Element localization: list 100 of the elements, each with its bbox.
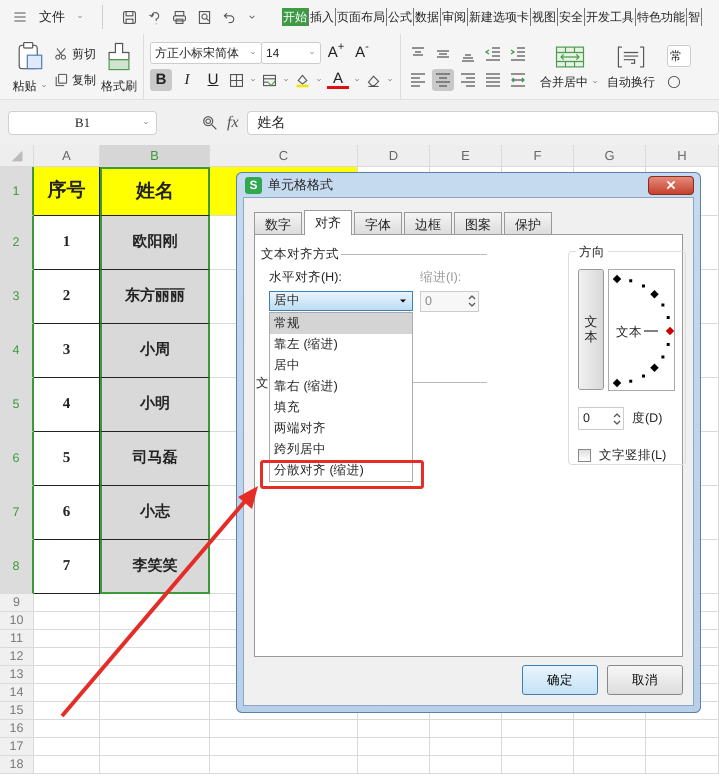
font-size-value: 14: [266, 45, 280, 62]
column-header[interactable]: H: [646, 145, 719, 167]
name-box[interactable]: B1: [8, 110, 157, 134]
dial-label: 文本: [616, 324, 642, 341]
caret-icon[interactable]: [249, 49, 257, 57]
paste-button[interactable]: 粘贴: [12, 76, 36, 94]
spin-value: 0: [425, 292, 433, 310]
menu-tab[interactable]: 数据: [414, 8, 441, 26]
caret-icon[interactable]: [353, 76, 361, 84]
menu-tab[interactable]: 开始: [282, 8, 309, 26]
dropdown-option[interactable]: 填充: [270, 396, 412, 418]
menu-tab[interactable]: 视图: [531, 8, 558, 26]
orientation-dial[interactable]: 文本: [608, 269, 675, 391]
column-header[interactable]: F: [502, 145, 574, 167]
field-label: 度(D): [632, 410, 662, 428]
degree-spinbox[interactable]: 0: [578, 407, 624, 430]
ok-button[interactable]: 确定: [522, 665, 598, 695]
formula-field[interactable]: 姓名: [246, 110, 719, 134]
font-color-button[interactable]: A: [327, 71, 349, 89]
menu-tab[interactable]: 公式: [387, 8, 414, 26]
caret-icon[interactable]: [249, 76, 257, 84]
italic-button[interactable]: I: [176, 69, 198, 91]
save-icon[interactable]: [121, 8, 138, 26]
menu-tab[interactable]: 智: [687, 8, 702, 26]
fx-button[interactable]: fx: [227, 110, 239, 134]
dropdown-option[interactable]: 跨列居中: [270, 438, 412, 460]
column-title: 序号: [34, 167, 100, 216]
field-label: 缩进(I):: [420, 268, 462, 286]
menu-tab[interactable]: 插入: [309, 8, 336, 26]
merge-center-button[interactable]: 合并居中: [540, 72, 588, 90]
row-header[interactable]: 13: [0, 666, 34, 684]
copy-button[interactable]: 复制: [72, 70, 96, 88]
caret-icon[interactable]: [315, 76, 323, 84]
row-header[interactable]: 11: [0, 630, 34, 648]
menu-tab[interactable]: 特色功能: [636, 8, 687, 26]
print-icon[interactable]: [171, 8, 188, 26]
number-format-field[interactable]: 常: [667, 44, 691, 66]
caret-icon[interactable]: [76, 13, 84, 21]
font-name-field[interactable]: 方正小标宋简体: [150, 42, 262, 64]
row-header[interactable]: 10: [0, 612, 34, 630]
menu-tab[interactable]: 审阅: [441, 8, 468, 26]
row-header[interactable]: 18: [0, 756, 34, 774]
shrink-font-button[interactable]: A$^{-}$: [351, 42, 373, 64]
cell-reference: B1: [74, 114, 90, 132]
menu-tab[interactable]: 页面布局: [336, 8, 387, 26]
table-cell: 东方丽丽: [100, 270, 210, 324]
group-title: 文本对齐方式: [261, 246, 339, 263]
row-header[interactable]: 9: [0, 594, 34, 612]
zoom-icon[interactable]: [201, 114, 219, 132]
menu-tab[interactable]: 安全: [558, 8, 585, 26]
spin-value: 0: [583, 410, 591, 428]
dropdown-option[interactable]: 靠左 (缩进): [270, 334, 412, 354]
row-header[interactable]: 17: [0, 738, 34, 756]
dropdown-option[interactable]: 居中: [270, 354, 412, 376]
copy-icon[interactable]: [53, 72, 69, 88]
cut-button[interactable]: 剪切: [72, 44, 96, 62]
file-menu[interactable]: 文件: [39, 7, 65, 27]
row-header[interactable]: 15: [0, 702, 34, 720]
wrap-text-button[interactable]: 自动换行: [607, 72, 655, 90]
row-header[interactable]: 16: [0, 720, 34, 738]
column-title: 姓名: [100, 167, 210, 216]
dialog-tab[interactable]: 字体: [354, 212, 402, 234]
group-title: 文: [256, 374, 269, 392]
format-painter-button[interactable]: 格式刷: [101, 76, 137, 94]
grow-font-button[interactable]: A$^{+}$: [325, 42, 347, 64]
dropdown-option[interactable]: 常规: [270, 312, 412, 334]
menu-tab[interactable]: 开发工具: [585, 8, 636, 26]
currency-icon[interactable]: [667, 74, 681, 88]
column-header[interactable]: G: [574, 145, 646, 167]
dropdown-option[interactable]: 分散对齐 (缩进): [270, 460, 412, 480]
row-header[interactable]: 14: [0, 684, 34, 702]
dropdown-option[interactable]: 靠右 (缩进): [270, 376, 412, 396]
bold-button[interactable]: B: [150, 69, 172, 91]
caret-icon[interactable]: [308, 49, 316, 57]
column-header[interactable]: D: [358, 145, 430, 167]
row-header[interactable]: 12: [0, 648, 34, 666]
table-cell: 司马磊: [100, 432, 210, 486]
caret-icon[interactable]: [282, 76, 290, 84]
scissors-icon[interactable]: [53, 46, 69, 62]
print-preview-icon[interactable]: [196, 8, 213, 26]
column-header[interactable]: A: [34, 145, 100, 167]
dialog-tab[interactable]: 对齐: [304, 210, 352, 235]
cancel-button[interactable]: 取消: [607, 665, 683, 695]
dialog-tab[interactable]: 数字: [254, 212, 302, 234]
dialog-tab[interactable]: 图案: [454, 212, 502, 234]
align-center-icon[interactable]: [432, 68, 454, 90]
caret-icon[interactable]: [386, 76, 394, 84]
dropdown-option[interactable]: 两端对齐: [270, 418, 412, 438]
close-button[interactable]: [648, 176, 694, 194]
dialog-tab[interactable]: 保护: [504, 212, 552, 234]
dialog-tab[interactable]: 边框: [404, 212, 452, 234]
vertical-text-button[interactable]: 文本: [578, 269, 604, 390]
column-header[interactable]: E: [430, 145, 502, 167]
checkbox[interactable]: [578, 448, 591, 462]
column-header[interactable]: C: [210, 145, 358, 167]
underline-button[interactable]: U: [202, 69, 224, 91]
font-size-field[interactable]: 14: [261, 42, 321, 64]
menu-tab[interactable]: 新建选项卡: [468, 8, 531, 26]
font-name-value: 方正小标宋简体: [155, 45, 240, 62]
borders-icon[interactable]: [228, 72, 245, 88]
